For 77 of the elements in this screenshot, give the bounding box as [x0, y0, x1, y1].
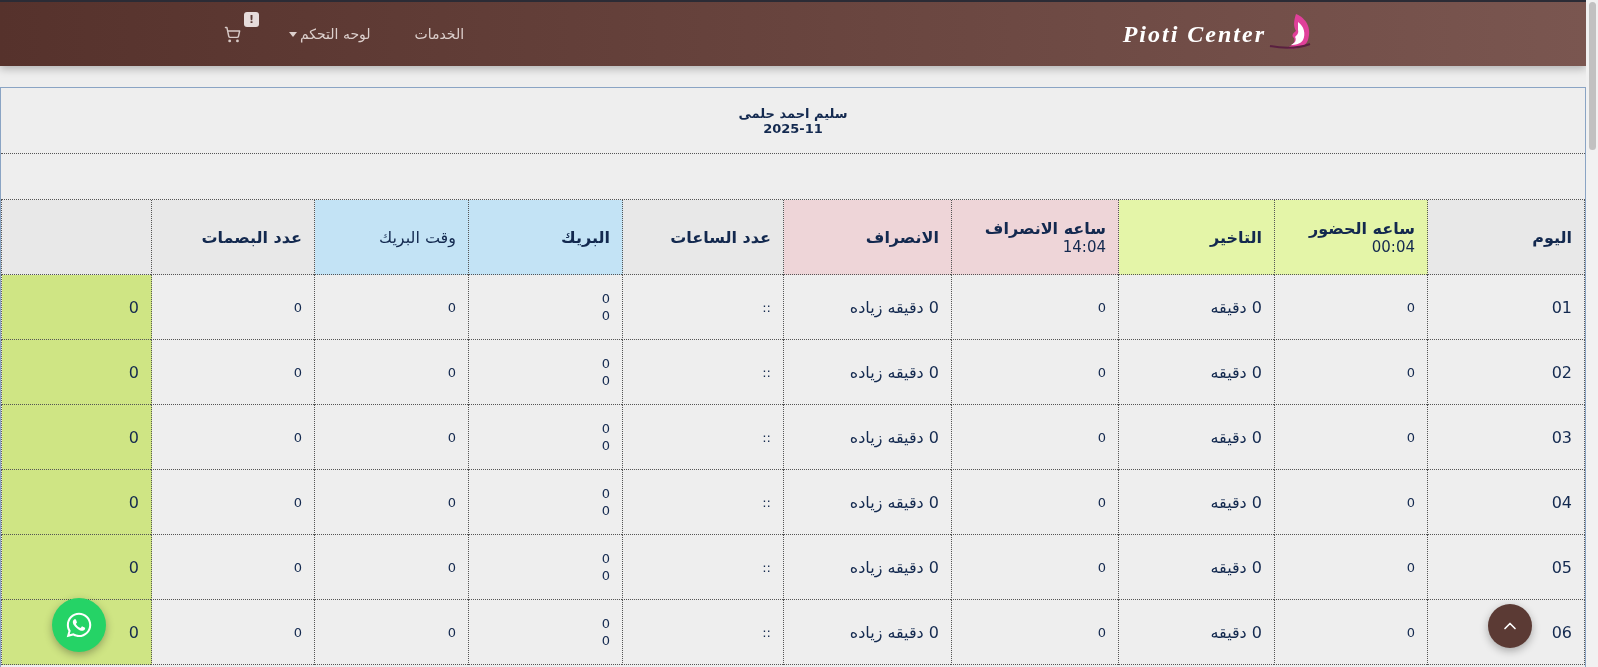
table-cell: 0 — [314, 339, 469, 405]
cart-badge: ! — [243, 11, 259, 27]
table-cell: 0 — [314, 534, 469, 600]
cell-value: 0 — [601, 355, 610, 372]
whatsapp-icon — [65, 611, 93, 639]
table-cell: 0 — [314, 404, 469, 470]
table-cell: 0 — [1, 274, 152, 340]
table-cell: 0 — [1274, 469, 1428, 535]
cell-value: 0 — [601, 567, 610, 584]
table-cell: 0 — [314, 599, 469, 665]
cart-icon — [224, 25, 241, 43]
table-cell: 0 — [1274, 404, 1428, 470]
cell-value: 0 — [601, 307, 610, 324]
column-title: الانصراف — [864, 227, 939, 247]
table-cell: :: — [622, 534, 784, 600]
table-cell: 0 — [951, 274, 1119, 340]
table-cell: 0 — [951, 534, 1119, 600]
table-cell: 0 دقيقه زياده — [783, 599, 952, 665]
column-title: البريك — [560, 227, 610, 247]
table-cell: 02 — [1427, 339, 1585, 405]
table-cell: 03 — [1427, 404, 1585, 470]
cell-value: 0 — [601, 502, 610, 519]
cell-value: 0 — [601, 437, 610, 454]
cell-value: 0 — [601, 550, 610, 567]
table-cell: :: — [622, 339, 784, 405]
table-cell: 0 — [314, 469, 469, 535]
table-cell: 0 — [1, 534, 152, 600]
logo-text: Pioti Center — [1122, 20, 1266, 48]
table-cell: 0 دقيقه — [1118, 469, 1275, 535]
cell-value: 0 — [601, 485, 610, 502]
table-cell: 0 دقيقه زياده — [783, 469, 952, 535]
table-cell: :: — [622, 469, 784, 535]
cell-value: 0 — [601, 632, 610, 649]
table-cell: 0 — [1, 404, 152, 470]
table-cell: 0 — [951, 404, 1119, 470]
cell-value: 0 — [601, 420, 610, 437]
column-time: 00:04 — [1370, 237, 1415, 256]
table-cell: 0 دقيقه زياده — [783, 274, 952, 340]
table-cell: 04 — [1427, 469, 1585, 535]
table-cell: 0 دقيقه زياده — [783, 534, 952, 600]
column-title: عدد البصمات — [200, 227, 302, 247]
table-cell: 0 — [1274, 274, 1428, 340]
table-cell: 0 دقيقه — [1118, 599, 1275, 665]
table-cell: 0 دقيقه — [1118, 534, 1275, 600]
table-cell: :: — [622, 404, 784, 470]
table-cell: :: — [622, 274, 784, 340]
table-cell: 0 — [951, 599, 1119, 665]
dropdown-link[interactable]: لوحه التحكم — [289, 26, 371, 42]
table-cell: 0 — [1274, 339, 1428, 405]
column-title: ساعه الانصراف — [983, 218, 1106, 238]
table-cell: 0 — [1274, 599, 1428, 665]
column-title: التاخير — [1208, 227, 1262, 247]
table-cell: 0 دقيقه زياده — [783, 404, 952, 470]
table-cell: 0 دقيقه — [1118, 339, 1275, 405]
table-cell: 05 — [1427, 534, 1585, 600]
cell-value: 0 — [601, 615, 610, 632]
column-title: اليوم — [1531, 227, 1572, 247]
table-cell: 0 دقيقه — [1118, 404, 1275, 470]
table-cell: 0 — [951, 469, 1119, 535]
table-cell: 0 — [1274, 534, 1428, 600]
employee-name: سليم احمد حلمى — [738, 105, 848, 121]
table-cell: 0 — [1, 469, 152, 535]
nav-link[interactable]: الخدمات — [414, 26, 465, 42]
column-title: وقت البريك — [377, 227, 456, 247]
table-cell: 0 دقيقه — [1118, 274, 1275, 340]
table-cell: 0 — [1, 339, 152, 405]
cell-value: 0 — [601, 372, 610, 389]
report-month: 2025-11 — [763, 120, 823, 136]
table-cell: 0 دقيقه زياده — [783, 339, 952, 405]
table-cell: 0 — [951, 339, 1119, 405]
cell-value: 0 — [601, 290, 610, 307]
column-title: عدد الساعات — [669, 227, 771, 247]
column-time: 14:04 — [1061, 237, 1106, 256]
column-title: ساعه الحضور — [1307, 218, 1415, 238]
table-cell: :: — [622, 599, 784, 665]
table-cell: 01 — [1427, 274, 1585, 340]
table-cell: 0 — [314, 274, 469, 340]
